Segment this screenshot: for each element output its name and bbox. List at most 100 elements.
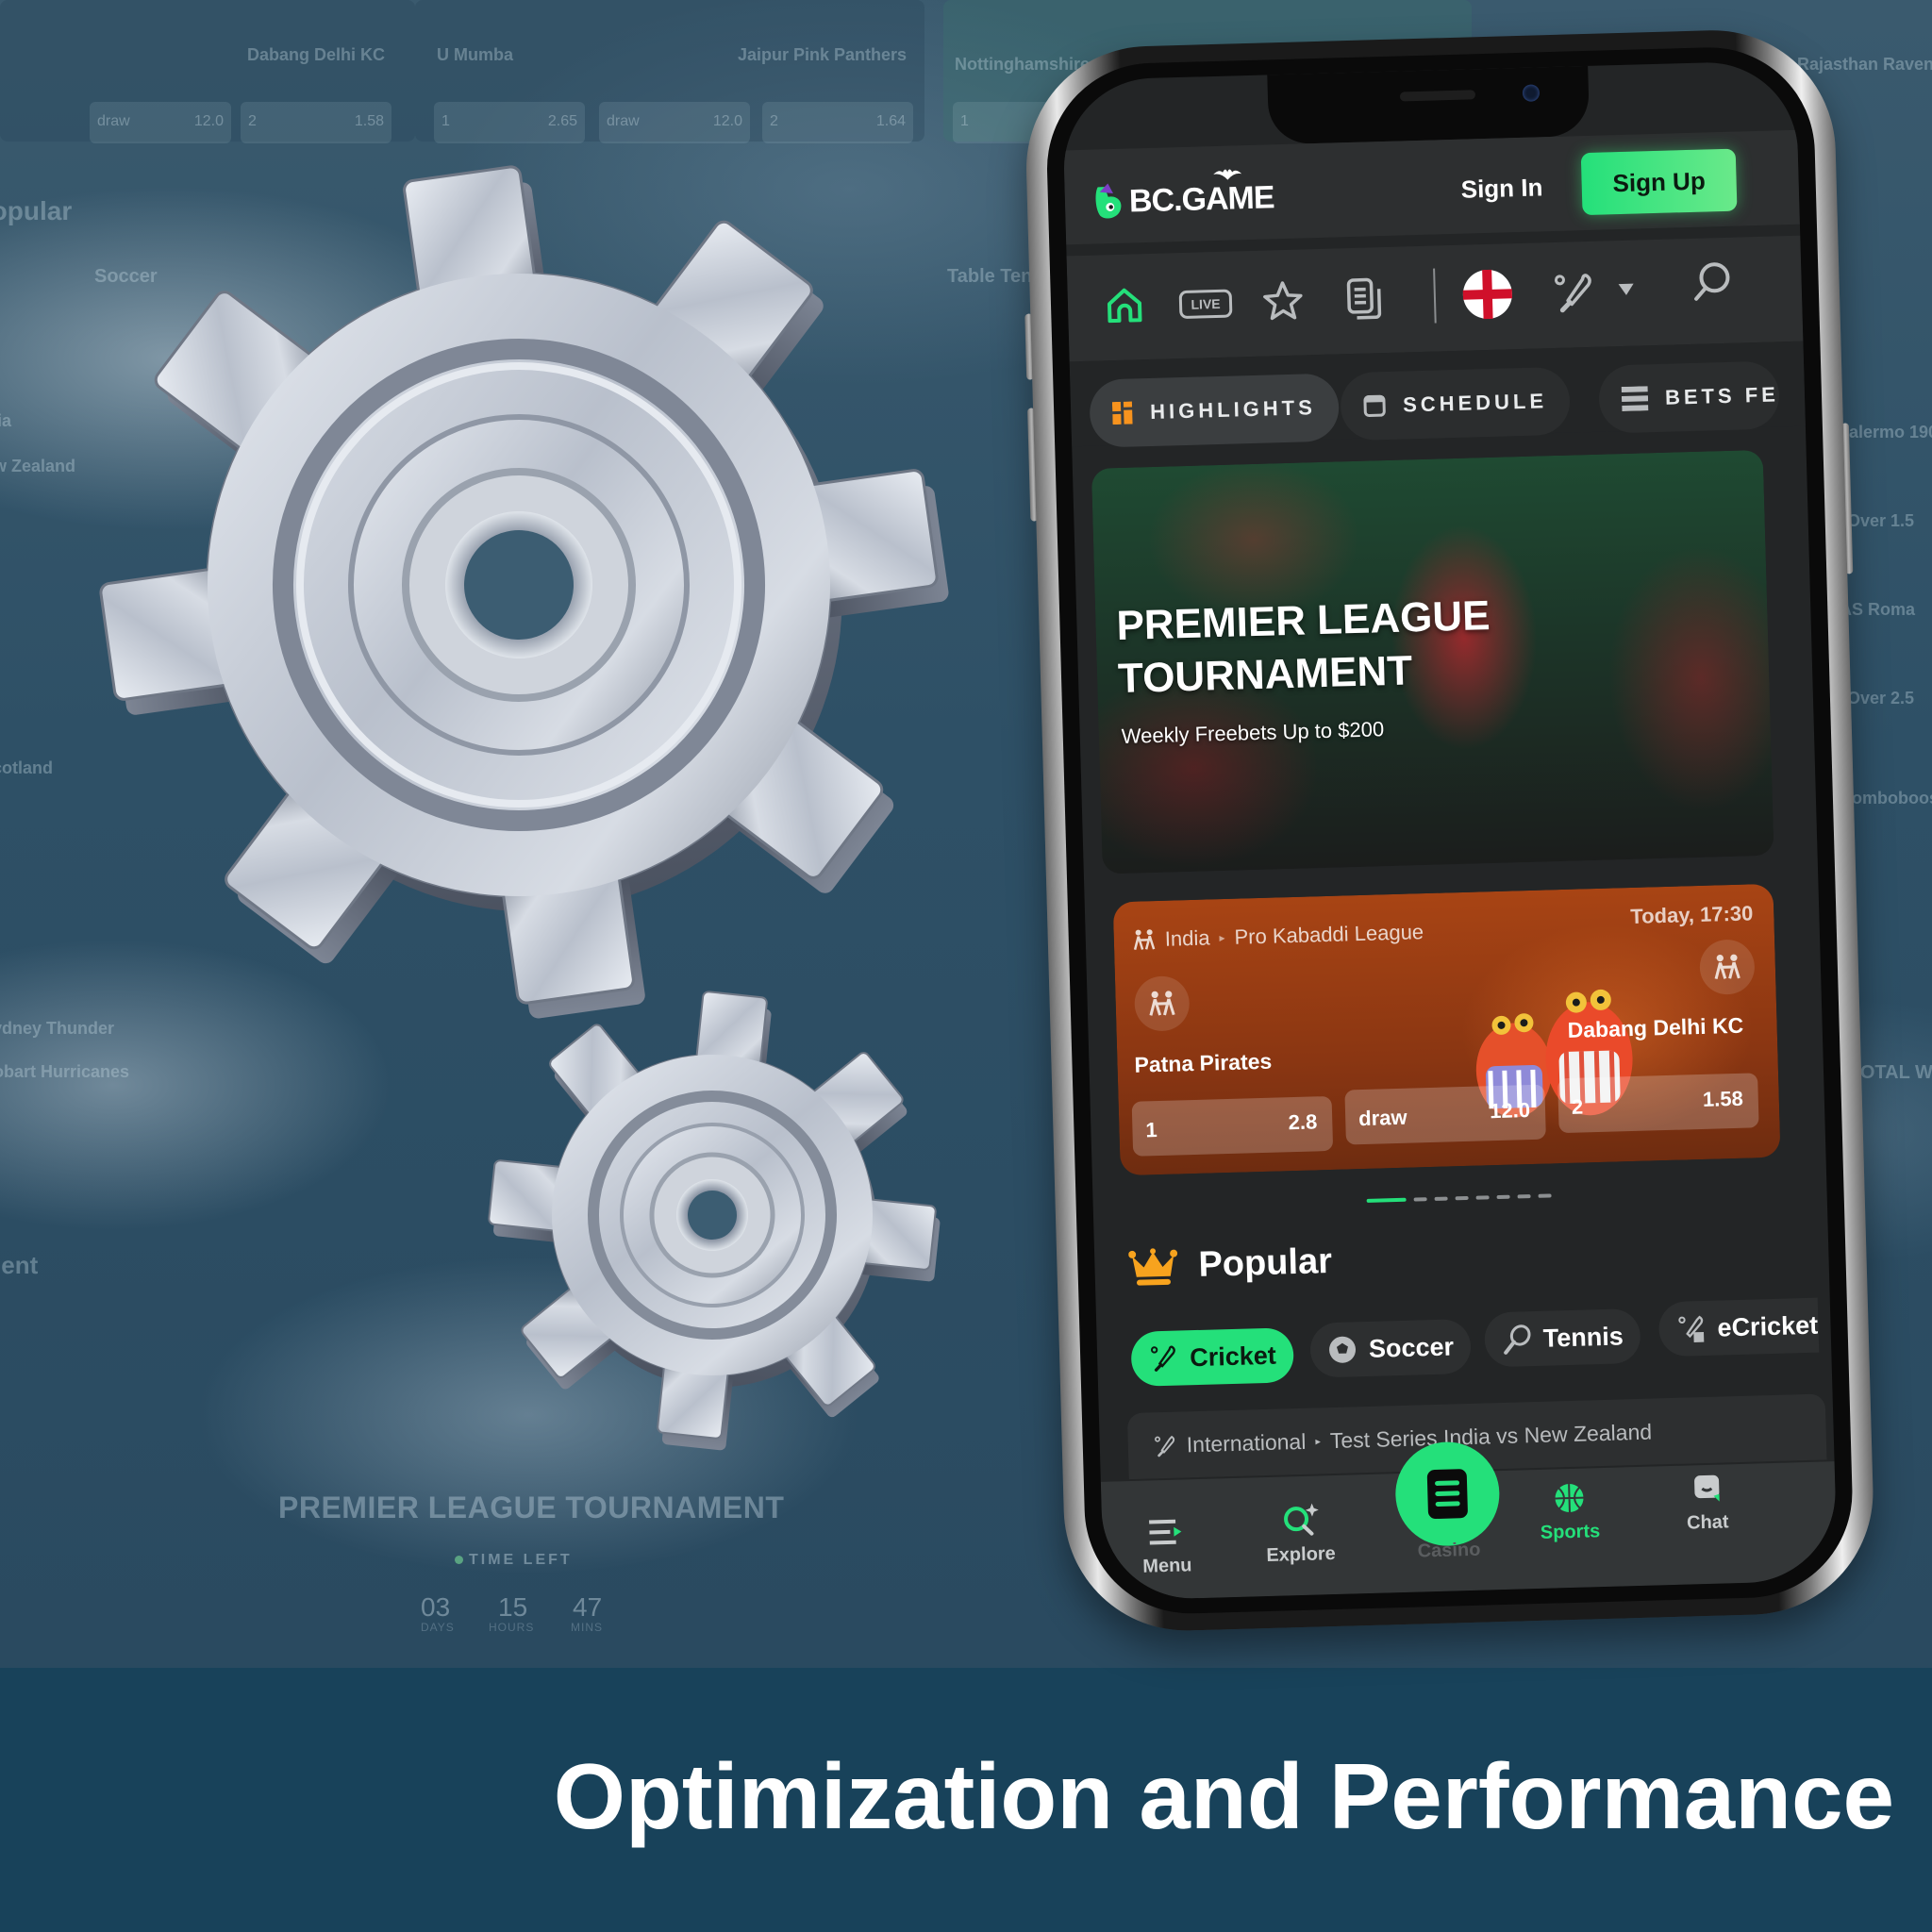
nav-menu[interactable]: Menu	[1119, 1507, 1215, 1579]
kabaddi-icon	[1133, 929, 1156, 950]
match-league: India ▸ Pro Kabaddi League	[1130, 920, 1424, 953]
bg-mins-label: MINS	[571, 1621, 603, 1634]
bg-odd: 2 1.64	[762, 102, 913, 143]
odds-button-home[interactable]: 1 2.8	[1131, 1095, 1334, 1157]
cricket-icon	[1155, 1435, 1175, 1457]
phone-mockup: BC.GAME Sign In Sign Up LIVE HIGHLIGHTS …	[1023, 26, 1897, 1653]
phone-screen: BC.GAME Sign In Sign Up LIVE HIGHLIGHTS …	[1061, 59, 1839, 1601]
bg-days: 03	[421, 1592, 451, 1622]
carousel-dot[interactable]	[1496, 1194, 1510, 1200]
star-icon[interactable]	[1259, 277, 1306, 324]
tab-label: HIGHLIGHTS	[1149, 395, 1317, 424]
chip-cricket[interactable]: Cricket	[1130, 1327, 1294, 1387]
match-time: Today, 17:30	[1629, 901, 1754, 928]
cricket-icon[interactable]	[1550, 270, 1596, 316]
tab-bets-feed[interactable]: BETS FE	[1598, 360, 1780, 434]
soccer-ball-icon	[1329, 1336, 1357, 1363]
carousel-dot[interactable]	[1434, 1196, 1448, 1201]
highlights-icon	[1111, 401, 1133, 425]
nav-chat[interactable]: Chat	[1659, 1464, 1756, 1536]
nav-sports[interactable]: Sports	[1522, 1474, 1618, 1545]
speaker-icon	[1399, 90, 1476, 102]
bg-hours: 15	[498, 1592, 528, 1622]
chat-icon	[1694, 1474, 1720, 1502]
ecricket-icon	[1678, 1315, 1705, 1342]
chevron-down-icon[interactable]	[1617, 282, 1636, 298]
crown-icon	[1128, 1247, 1178, 1286]
sign-up-button[interactable]: Sign Up	[1580, 148, 1738, 216]
bg-team-name: Dabang Delhi KC	[247, 45, 386, 64]
tennis-racket-icon	[1504, 1324, 1531, 1355]
tab-highlights[interactable]: HIGHLIGHTS	[1089, 373, 1340, 448]
basketball-icon	[1555, 1484, 1584, 1513]
status-dot-icon	[455, 1556, 463, 1564]
home-team-name: Patna Pirates	[1134, 1048, 1273, 1077]
app-header: BC.GAME Sign In Sign Up	[1063, 129, 1800, 245]
carousel-dot[interactable]	[1455, 1195, 1469, 1201]
bg-time-left: TIME LEFT	[455, 1552, 573, 1569]
odds-button-draw[interactable]: draw 12.0	[1344, 1084, 1546, 1145]
bg-team-name: U Mumba	[437, 45, 513, 64]
bc-logo-icon	[1095, 183, 1122, 219]
carousel-dot[interactable]	[1366, 1197, 1407, 1203]
bg-odd: 1 2.65	[434, 102, 585, 143]
search-icon[interactable]	[1690, 258, 1736, 305]
bg-odd: draw 12.0	[90, 102, 231, 143]
list-icon	[1621, 386, 1649, 412]
bg-odd: 2 1.58	[241, 102, 391, 143]
brand-name: BC.GAME	[1128, 178, 1274, 220]
camera-icon	[1522, 84, 1541, 102]
carousel-dot[interactable]	[1413, 1197, 1427, 1202]
cricket-icon	[1150, 1345, 1175, 1372]
brand-logo[interactable]: BC.GAME	[1091, 169, 1274, 221]
tab-schedule[interactable]: SCHEDULE	[1340, 366, 1572, 441]
bg-team-name: Jaipur Pink Panthers	[738, 45, 908, 64]
casino-icon	[1426, 1469, 1468, 1520]
betslip-icon[interactable]	[1341, 275, 1387, 322]
away-team-name: Dabang Delhi KC	[1567, 1012, 1744, 1042]
tab-label: BETS FE	[1664, 382, 1780, 409]
event-breadcrumb: International ▸ Test Series India vs New Z…	[1152, 1420, 1652, 1459]
nav-explore[interactable]: Explore	[1252, 1496, 1348, 1568]
bg-text: Hobart Hurricanes	[0, 1062, 130, 1081]
bottom-navigation: Menu Explore Casino Sports Chat	[1100, 1441, 1839, 1601]
bg-tournament-title: PREMIER LEAGUE TOURNAMENT	[278, 1491, 785, 1524]
chip-tennis[interactable]: Tennis	[1484, 1307, 1641, 1368]
icon-toolbar: LIVE	[1066, 235, 1804, 362]
toolbar-divider	[1433, 268, 1437, 324]
carousel-dot[interactable]	[1475, 1195, 1490, 1200]
promo-title: PREMIER LEAGUE TOURNAMENT	[1115, 592, 1491, 703]
small-gear-icon	[488, 991, 941, 1451]
live-icon[interactable]: LIVE	[1178, 289, 1233, 320]
home-icon[interactable]	[1101, 282, 1147, 328]
popular-header: Popular	[1128, 1241, 1333, 1288]
banner-title: Optimization and Performance	[553, 1744, 1894, 1848]
bg-hours-label: HOURS	[489, 1621, 535, 1634]
bg-odd: draw 12.0	[599, 102, 750, 143]
tab-label: SCHEDULE	[1402, 389, 1548, 417]
bg-days-label: DAYS	[421, 1621, 455, 1634]
carousel-dot[interactable]	[1517, 1194, 1531, 1199]
promo-banner[interactable]: PREMIER LEAGUE TOURNAMENT Weekly Freebet…	[1091, 449, 1774, 874]
menu-icon	[1149, 1519, 1182, 1545]
chip-ecricket[interactable]: eCricket	[1657, 1297, 1819, 1357]
kabaddi-icon	[1149, 991, 1175, 1016]
kabaddi-icon	[1714, 954, 1740, 980]
sign-in-button[interactable]: Sign In	[1460, 173, 1543, 204]
home-team-badge	[1133, 975, 1191, 1032]
bg-text: Tournament	[0, 1251, 39, 1279]
carousel-dot[interactable]	[1538, 1193, 1552, 1198]
phone-notch	[1267, 65, 1591, 145]
promo-subtitle: Weekly Freebets Up to $200	[1121, 717, 1385, 748]
bg-mins: 47	[573, 1592, 603, 1622]
match-card[interactable]: India▸Pro Kabaddi League Today, 17:30	[1112, 883, 1781, 1176]
calendar-icon	[1363, 394, 1386, 418]
explore-icon	[1284, 1503, 1319, 1536]
chip-soccer[interactable]: Soccer	[1309, 1318, 1472, 1378]
large-gear-icon	[99, 165, 949, 1019]
bg-text: Scotland	[0, 758, 54, 777]
odds-button-away[interactable]: 2 1.58	[1557, 1073, 1759, 1134]
england-flag-icon[interactable]	[1461, 268, 1513, 320]
sport-chips: Cricket Soccer Tennis eCricket	[1130, 1297, 1838, 1387]
nav-casino-label: Casino	[1417, 1539, 1481, 1562]
